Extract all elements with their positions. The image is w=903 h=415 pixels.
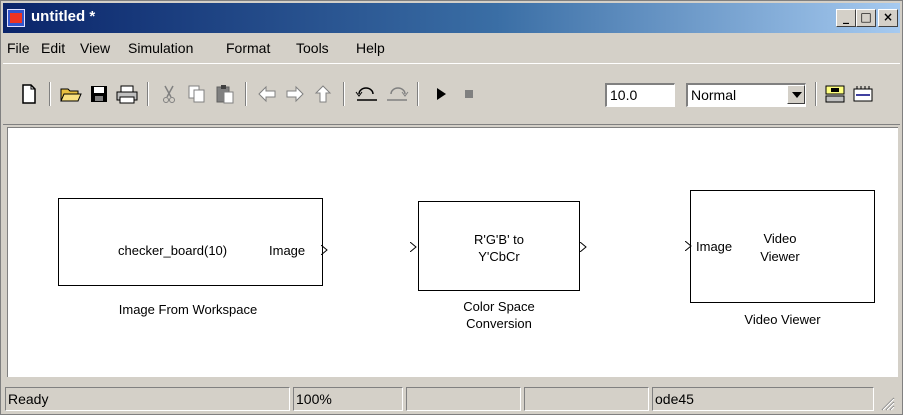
conversion-line-2: Y'CbCr — [478, 249, 520, 264]
menu-view[interactable]: View — [80, 40, 110, 56]
simulation-mode-select[interactable]: Normal — [686, 83, 806, 107]
stop-icon[interactable] — [457, 82, 481, 106]
caption-line-2: Conversion — [466, 316, 532, 331]
toolbar: 10.0 Normal — [3, 63, 900, 125]
input-port-icon[interactable] — [410, 242, 417, 252]
toolbar-separator — [343, 82, 345, 106]
model-browser-icon[interactable] — [851, 82, 875, 106]
undo-icon[interactable] — [355, 82, 379, 106]
resize-grip-icon[interactable] — [879, 395, 895, 411]
maximize-button[interactable]: □ — [856, 9, 876, 27]
toolbar-separator — [417, 82, 419, 106]
output-port-label: Image — [269, 243, 306, 258]
forward-arrow-icon[interactable] — [283, 82, 307, 106]
model-canvas[interactable]: checker_board(10) Image Image From Works… — [7, 127, 898, 377]
output-port-icon[interactable] — [580, 242, 587, 252]
block-caption: Video Viewer — [744, 312, 821, 327]
color-space-conversion-block[interactable]: R'G'B' to Y'CbCr — [418, 201, 580, 291]
block-caption: Color Space Conversion — [418, 298, 580, 332]
viewer-line-1: Video — [763, 231, 797, 246]
video-viewer-block[interactable]: Image Video Viewer — [685, 190, 875, 303]
caption-line-1: Color Space — [463, 299, 535, 314]
back-arrow-icon[interactable] — [255, 82, 279, 106]
simulink-app-icon[interactable] — [7, 9, 25, 27]
viewer-line-2: Viewer — [760, 249, 800, 264]
minimize-button[interactable]: _ — [836, 9, 856, 27]
copy-icon[interactable] — [185, 82, 209, 106]
status-field-empty-1 — [406, 387, 521, 411]
cut-icon[interactable] — [157, 82, 181, 106]
paste-icon[interactable] — [213, 82, 237, 106]
toolbar-separator — [815, 82, 817, 106]
menu-format[interactable]: Format — [226, 40, 270, 56]
output-port-icon[interactable] — [321, 245, 328, 255]
menu-simulation[interactable]: Simulation — [128, 40, 193, 56]
library-browser-icon[interactable] — [823, 82, 847, 106]
new-icon[interactable] — [17, 82, 41, 106]
menu-help[interactable]: Help — [356, 40, 385, 56]
window-title: untitled * — [31, 8, 96, 25]
menu-tools[interactable]: Tools — [296, 40, 329, 56]
block-caption: Image From Workspace — [118, 302, 258, 317]
simulation-mode-value: Normal — [691, 87, 737, 103]
input-port-label: Image — [696, 239, 733, 254]
menu-edit[interactable]: Edit — [41, 40, 65, 56]
menu-bar: File Edit View Simulation Format Tools H… — [3, 35, 900, 61]
status-solver: ode45 — [652, 387, 874, 411]
stop-time-input[interactable]: 10.0 — [605, 83, 675, 107]
status-zoom: 100% — [293, 387, 403, 411]
title-bar[interactable]: untitled * _ □ × — [3, 3, 900, 33]
simulink-model-window: untitled * _ □ × File Edit View Simulati… — [0, 0, 903, 415]
menu-file[interactable]: File — [7, 40, 30, 56]
chevron-down-icon[interactable] — [787, 85, 805, 104]
toolbar-separator — [49, 82, 51, 106]
redo-icon[interactable] — [385, 82, 409, 106]
print-icon[interactable] — [115, 82, 139, 106]
up-arrow-icon[interactable] — [311, 82, 335, 106]
open-icon[interactable] — [59, 82, 83, 106]
status-field-empty-2 — [524, 387, 649, 411]
close-button[interactable]: × — [878, 9, 898, 27]
toolbar-separator — [245, 82, 247, 106]
conversion-line-1: R'G'B' to — [473, 232, 525, 247]
input-port-icon[interactable] — [685, 241, 692, 251]
status-bar: Ready 100% ode45 — [3, 383, 900, 413]
image-from-workspace-block[interactable]: checker_board(10) Image — [58, 198, 328, 286]
play-icon[interactable] — [429, 82, 453, 106]
toolbar-separator — [147, 82, 149, 106]
block-parameter: checker_board(10) — [118, 243, 228, 258]
save-icon[interactable] — [87, 82, 111, 106]
status-state: Ready — [5, 387, 290, 411]
